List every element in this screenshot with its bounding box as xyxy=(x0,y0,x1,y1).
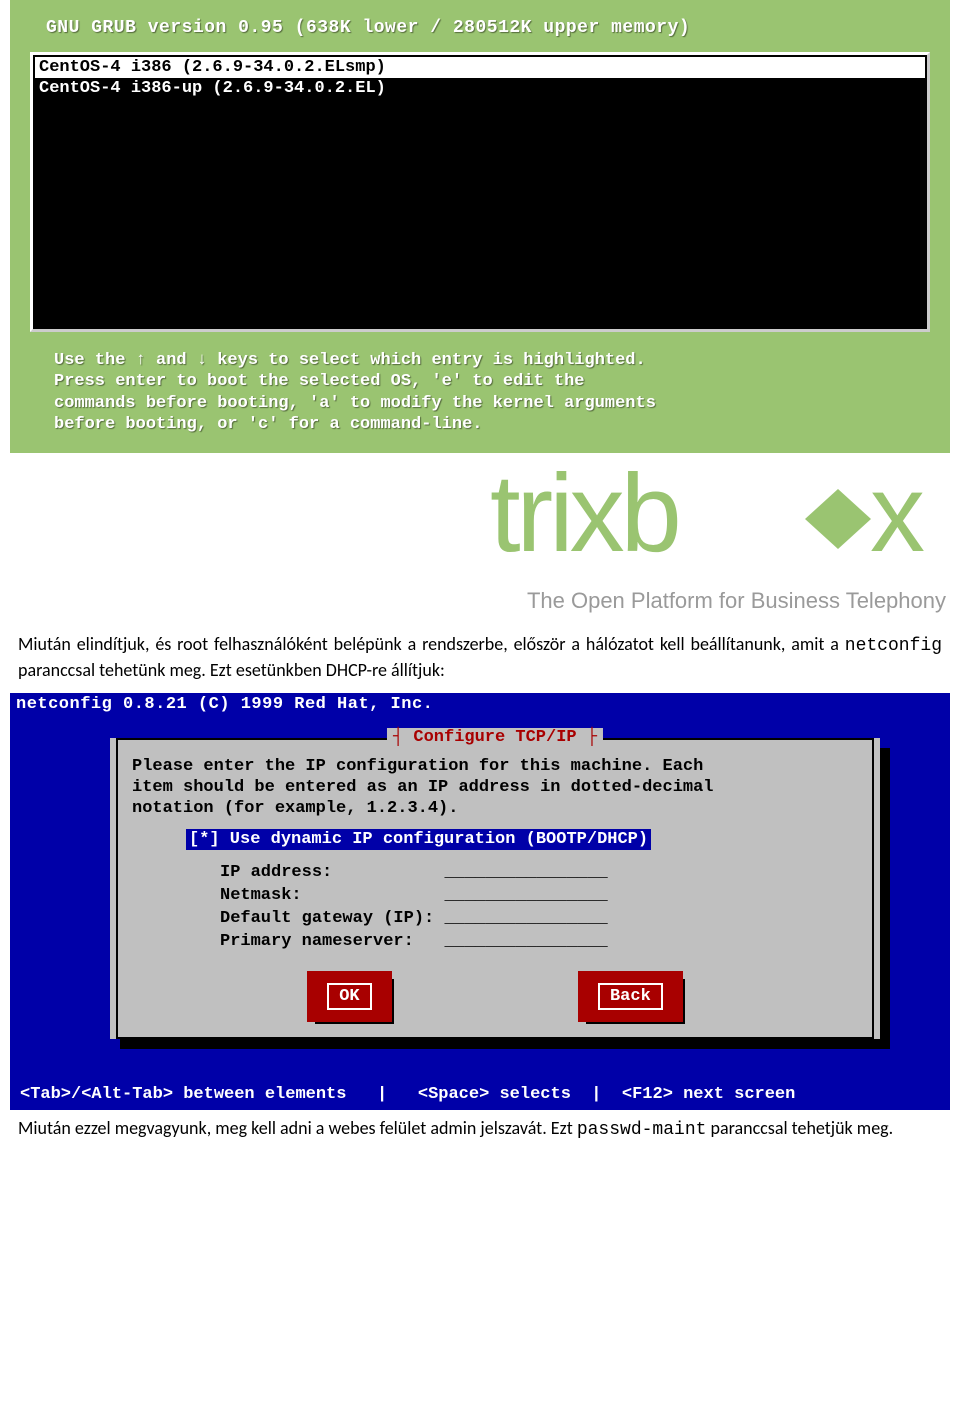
grub-screenshot: GNU GRUB version 0.95 (638K lower / 2805… xyxy=(10,0,950,453)
netconfig-ok-button[interactable]: OK xyxy=(310,974,388,1019)
doc-p2-text-a: Miután ezzel megvagyunk, meg kell adni a… xyxy=(18,1117,577,1139)
svg-text:trixb: trixb xyxy=(490,461,678,575)
netconfig-dhcp-checkbox[interactable]: [*] Use dynamic IP configuration (BOOTP/… xyxy=(186,829,651,850)
netconfig-dialog-title: ┤ Configure TCP/IP ├ xyxy=(387,728,603,747)
grub-title: GNU GRUB version 0.95 (638K lower / 2805… xyxy=(20,10,940,52)
doc-paragraph-2: Miután ezzel megvagyunk, meg kell adni a… xyxy=(0,1110,960,1152)
netconfig-field-ip[interactable]: IP address: ________________ xyxy=(220,862,866,885)
netconfig-instructions: Please enter the IP configuration for th… xyxy=(124,746,866,820)
grub-menu-box: CentOS-4 i386 (2.6.9-34.0.2.ELsmp) CentO… xyxy=(30,52,930,332)
netconfig-field-netmask[interactable]: Netmask: ________________ xyxy=(220,885,866,908)
netconfig-header: netconfig 0.8.21 (C) 1999 Red Hat, Inc. xyxy=(10,693,950,732)
trixbox-logo: trixb x xyxy=(0,453,960,586)
grub-entry-selected[interactable]: CentOS-4 i386 (2.6.9-34.0.2.ELsmp) xyxy=(35,57,925,78)
netconfig-fields: IP address: ________________ Netmask: __… xyxy=(124,856,866,964)
grub-scroll-indicator xyxy=(917,57,925,75)
doc-p1-text-b: paranccsal tehetünk meg. Ezt esetünkben … xyxy=(18,659,445,681)
doc-p1-text-a: Miután elindítjuk, és root felhasználóké… xyxy=(18,633,845,655)
doc-p2-command: passwd-maint xyxy=(577,1120,707,1140)
doc-paragraph-1: Miután elindítjuk, és root felhasználóké… xyxy=(0,626,960,693)
netconfig-field-dns[interactable]: Primary nameserver: ________________ xyxy=(220,931,866,954)
grub-entry[interactable]: CentOS-4 i386-up (2.6.9-34.0.2.EL) xyxy=(35,78,925,99)
netconfig-footer-hints: <Tab>/<Alt-Tab> between elements | <Spac… xyxy=(10,1045,950,1106)
doc-p2-text-b: paranccsal tehetjük meg. xyxy=(706,1117,893,1139)
netconfig-screenshot: netconfig 0.8.21 (C) 1999 Red Hat, Inc. … xyxy=(10,693,950,1111)
doc-p1-command: netconfig xyxy=(845,636,942,656)
grub-help-text: Use the ↑ and ↓ keys to select which ent… xyxy=(20,332,940,439)
netconfig-dialog: ┤ Configure TCP/IP ├ Please enter the IP… xyxy=(110,738,880,1040)
netconfig-field-gateway[interactable]: Default gateway (IP): ________________ xyxy=(220,908,866,931)
netconfig-back-button[interactable]: Back xyxy=(581,974,680,1019)
svg-text:x: x xyxy=(870,461,925,575)
trixbox-tagline: The Open Platform for Business Telephony xyxy=(0,586,960,626)
